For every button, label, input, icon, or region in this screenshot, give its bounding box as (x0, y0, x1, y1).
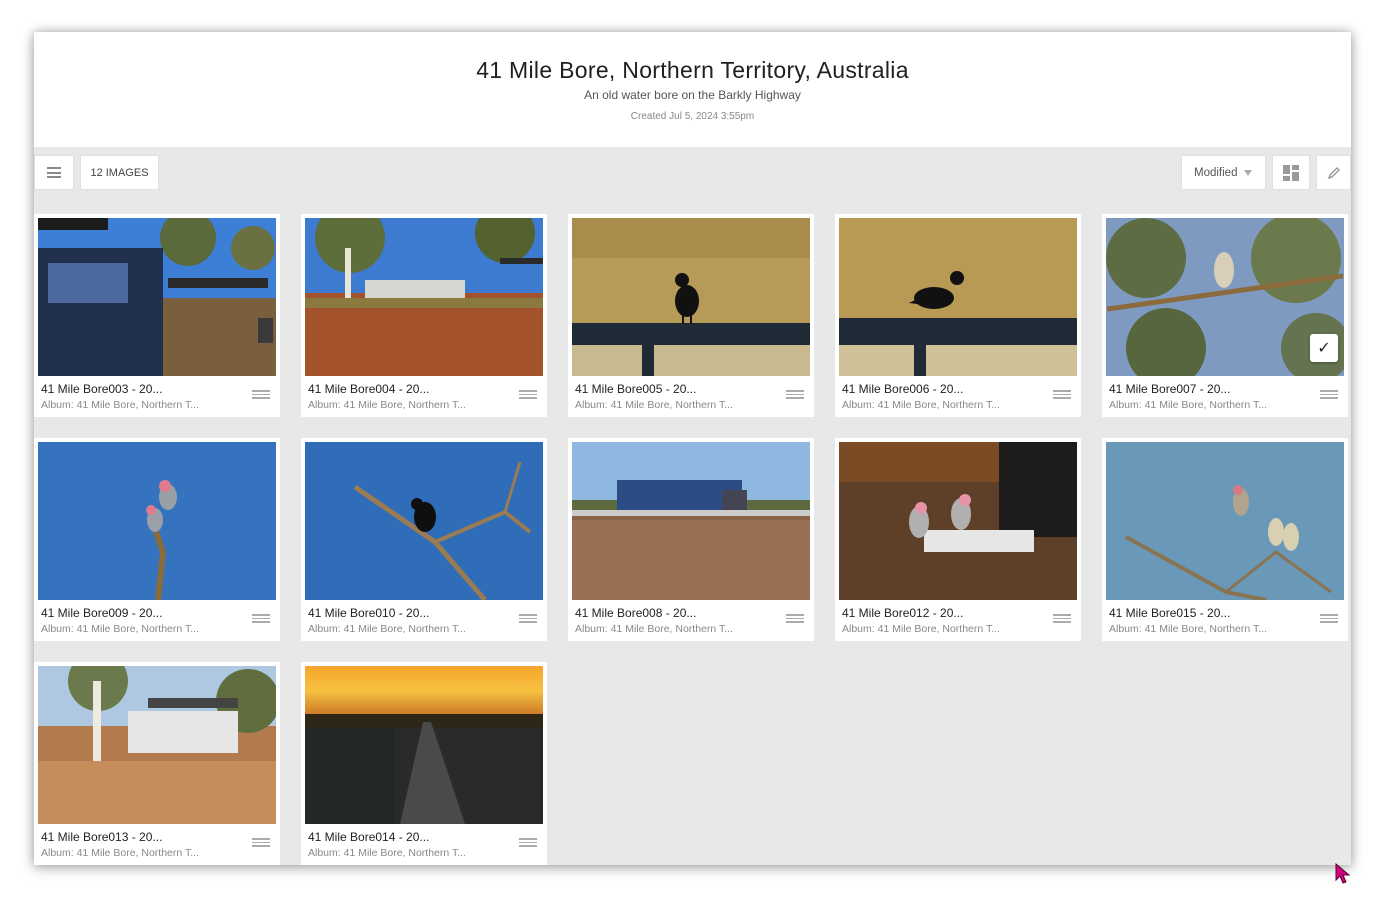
image-thumbnail[interactable] (572, 218, 810, 376)
image-album-label: Album: 41 Mile Bore, Northern T... (308, 399, 466, 411)
image-thumbnail[interactable] (38, 218, 276, 376)
image-album-label: Album: 41 Mile Bore, Northern T... (575, 623, 733, 635)
image-thumbnail[interactable] (572, 442, 810, 600)
drag-handle-icon[interactable] (519, 838, 537, 847)
image-title: 41 Mile Bore009 - 20... (41, 606, 163, 620)
caret-down-icon (1244, 169, 1253, 176)
album-header: 41 Mile Bore, Northern Territory, Austra… (34, 32, 1351, 147)
image-title: 41 Mile Bore003 - 20... (41, 382, 163, 396)
image-card[interactable]: 41 Mile Bore004 - 20... Album: 41 Mile B… (301, 214, 547, 417)
pencil-icon (1327, 166, 1340, 179)
mouse-cursor-icon (1335, 863, 1351, 884)
drag-handle-icon[interactable] (252, 614, 270, 623)
drag-handle-icon[interactable] (1320, 614, 1338, 623)
album-window: 41 Mile Bore, Northern Territory, Austra… (34, 32, 1351, 865)
image-title: 41 Mile Bore010 - 20... (308, 606, 430, 620)
drag-handle-icon[interactable] (1053, 390, 1071, 399)
drag-handle-icon[interactable] (786, 614, 804, 623)
image-thumbnail[interactable] (305, 666, 543, 824)
image-card[interactable]: 41 Mile Bore014 - 20... Album: 41 Mile B… (301, 662, 547, 865)
image-grid: 41 Mile Bore003 - 20... Album: 41 Mile B… (34, 214, 1351, 865)
image-title: 41 Mile Bore014 - 20... (308, 830, 430, 844)
image-album-label: Album: 41 Mile Bore, Northern T... (575, 399, 733, 411)
image-thumbnail[interactable] (839, 218, 1077, 376)
image-count-button[interactable]: 12 IMAGES (80, 155, 159, 190)
image-card[interactable]: 41 Mile Bore010 - 20... Album: 41 Mile B… (301, 438, 547, 641)
album-title: 41 Mile Bore, Northern Territory, Austra… (476, 57, 909, 83)
edit-button[interactable] (1316, 155, 1351, 190)
sort-label: Modified (1194, 166, 1238, 179)
drag-handle-icon[interactable] (519, 390, 537, 399)
drag-handle-icon[interactable] (252, 390, 270, 399)
image-thumbnail[interactable] (38, 442, 276, 600)
sort-dropdown[interactable]: Modified (1181, 155, 1266, 190)
drag-handle-icon[interactable] (519, 614, 537, 623)
image-card[interactable]: 41 Mile Bore006 - 20... Album: 41 Mile B… (835, 214, 1081, 417)
selected-check-icon[interactable]: ✓ (1310, 334, 1338, 362)
menu-button[interactable] (34, 155, 74, 190)
drag-handle-icon[interactable] (786, 390, 804, 399)
image-card[interactable]: 41 Mile Bore008 - 20... Album: 41 Mile B… (568, 438, 814, 641)
image-thumbnail[interactable] (305, 218, 543, 376)
image-card[interactable]: 41 Mile Bore015 - 20... Album: 41 Mile B… (1102, 438, 1348, 641)
image-card[interactable]: 41 Mile Bore013 - 20... Album: 41 Mile B… (34, 662, 280, 865)
image-thumbnail[interactable] (38, 666, 276, 824)
image-thumbnail[interactable] (839, 442, 1077, 600)
drag-handle-icon[interactable] (1053, 614, 1071, 623)
image-card[interactable]: 41 Mile Bore005 - 20... Album: 41 Mile B… (568, 214, 814, 417)
image-title: 41 Mile Bore007 - 20... (1109, 382, 1231, 396)
grid-layout-icon (1283, 164, 1299, 181)
image-card[interactable]: 41 Mile Bore009 - 20... Album: 41 Mile B… (34, 438, 280, 641)
image-title: 41 Mile Bore008 - 20... (575, 606, 697, 620)
image-card[interactable]: ✓ 41 Mile Bore007 - 20... Album: 41 Mile… (1102, 214, 1348, 417)
image-title: 41 Mile Bore004 - 20... (308, 382, 430, 396)
image-card[interactable]: 41 Mile Bore003 - 20... Album: 41 Mile B… (34, 214, 280, 417)
hamburger-menu-icon (47, 167, 61, 178)
image-album-label: Album: 41 Mile Bore, Northern T... (842, 399, 1000, 411)
image-album-label: Album: 41 Mile Bore, Northern T... (1109, 623, 1267, 635)
image-title: 41 Mile Bore006 - 20... (842, 382, 964, 396)
image-album-label: Album: 41 Mile Bore, Northern T... (308, 847, 466, 859)
album-subtitle: An old water bore on the Barkly Highway (584, 88, 801, 102)
image-album-label: Album: 41 Mile Bore, Northern T... (842, 623, 1000, 635)
image-album-label: Album: 41 Mile Bore, Northern T... (41, 399, 199, 411)
image-thumbnail[interactable] (1106, 442, 1344, 600)
image-thumbnail[interactable] (1106, 218, 1344, 376)
image-album-label: Album: 41 Mile Bore, Northern T... (41, 847, 199, 859)
image-album-label: Album: 41 Mile Bore, Northern T... (308, 623, 466, 635)
layout-button[interactable] (1272, 155, 1310, 190)
image-album-label: Album: 41 Mile Bore, Northern T... (1109, 399, 1267, 411)
image-thumbnail[interactable] (305, 442, 543, 600)
image-title: 41 Mile Bore015 - 20... (1109, 606, 1231, 620)
drag-handle-icon[interactable] (1320, 390, 1338, 399)
image-card[interactable]: 41 Mile Bore012 - 20... Album: 41 Mile B… (835, 438, 1081, 641)
image-title: 41 Mile Bore013 - 20... (41, 830, 163, 844)
drag-handle-icon[interactable] (252, 838, 270, 847)
image-title: 41 Mile Bore005 - 20... (575, 382, 697, 396)
image-album-label: Album: 41 Mile Bore, Northern T... (41, 623, 199, 635)
image-title: 41 Mile Bore012 - 20... (842, 606, 964, 620)
album-created-date: Created Jul 5, 2024 3:55pm (630, 111, 755, 122)
